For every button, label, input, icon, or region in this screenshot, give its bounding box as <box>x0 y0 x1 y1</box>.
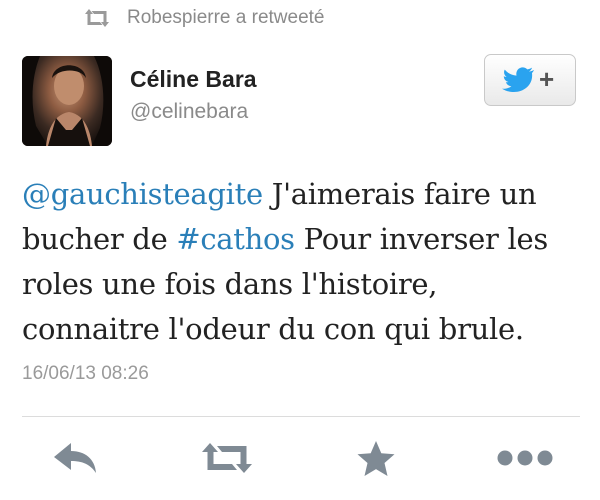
tweet-timestamp: 16/06/13 08:26 <box>22 363 149 384</box>
mention-link[interactable]: @gauchisteagite <box>22 177 263 211</box>
tweet-text: @gauchisteagite J'aimerais faire un buch… <box>22 172 582 352</box>
author-handle[interactable]: @celinebara <box>130 100 248 124</box>
retweet-button[interactable] <box>199 440 255 476</box>
twitter-bird-follow-icon: + <box>502 64 554 94</box>
divider <box>22 416 580 417</box>
retweet-notice-text: Robespierre a retweeté <box>127 7 325 28</box>
star-icon <box>357 441 395 476</box>
retweet-notice: Robespierre a retweeté <box>82 4 325 32</box>
avatar[interactable] <box>22 56 112 146</box>
retweet-icon <box>202 443 252 473</box>
reply-button[interactable] <box>52 440 98 476</box>
hashtag-link[interactable]: #cathos <box>176 222 295 256</box>
reply-icon <box>54 443 96 473</box>
retweet-icon <box>85 9 109 27</box>
follow-button[interactable]: + <box>484 54 576 106</box>
favorite-button[interactable] <box>356 440 396 478</box>
more-icon <box>497 450 553 466</box>
more-button[interactable] <box>496 440 554 476</box>
avatar-image <box>22 56 112 146</box>
author-name[interactable]: Céline Bara <box>130 66 257 93</box>
svg-text:+: + <box>539 64 554 94</box>
